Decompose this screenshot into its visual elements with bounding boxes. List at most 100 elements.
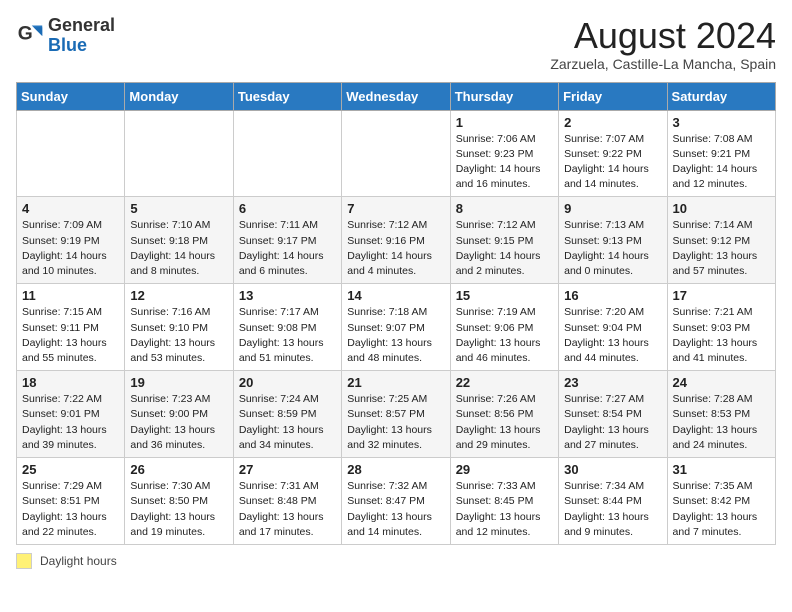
day-info: Sunrise: 7:32 AM Sunset: 8:47 PM Dayligh… [347, 479, 444, 540]
day-info: Sunrise: 7:25 AM Sunset: 8:57 PM Dayligh… [347, 392, 444, 453]
calendar-cell: 5Sunrise: 7:10 AM Sunset: 9:18 PM Daylig… [125, 197, 233, 284]
day-info: Sunrise: 7:28 AM Sunset: 8:53 PM Dayligh… [673, 392, 770, 453]
day-number: 22 [456, 375, 553, 390]
calendar-cell: 27Sunrise: 7:31 AM Sunset: 8:48 PM Dayli… [233, 458, 341, 545]
calendar-table: SundayMondayTuesdayWednesdayThursdayFrid… [16, 82, 776, 545]
calendar-cell: 14 Sunrise: 7:18 AM Sunset: 9:07 PM Dayli… [342, 284, 450, 371]
calendar-cell: 24 Sunrise: 7:28 AM Sunset: 8:53 PM Dayli… [667, 371, 775, 458]
day-info: Sunrise: 7:27 AM Sunset: 8:54 PM Dayligh… [564, 392, 661, 453]
day-info: Sunrise: 7:18 AM Sunset: 9:07 PM Dayligh… [347, 305, 444, 366]
day-number: 28 [347, 462, 444, 477]
day-number: 13 [239, 288, 336, 303]
day-info: Sunrise: 7:12 AM Sunset: 9:15 PM Dayligh… [456, 218, 553, 279]
calendar-cell: 31 Sunrise: 7:35 AM Sunset: 8:42 PM Dayli… [667, 458, 775, 545]
day-number: 9 [564, 201, 661, 216]
day-number: 6 [239, 201, 336, 216]
calendar-footer: Daylight hours [16, 553, 776, 569]
location-subtitle: Zarzuela, Castille-La Mancha, Spain [550, 56, 776, 72]
calendar-cell: 11Sunrise: 7:15 AM Sunset: 9:11 PM Dayli… [17, 284, 125, 371]
calendar-cell: 4Sunrise: 7:09 AM Sunset: 9:19 PM Daylig… [17, 197, 125, 284]
calendar-cell: 30Sunrise: 7:34 AM Sunset: 8:44 PM Dayli… [559, 458, 667, 545]
day-number: 27 [239, 462, 336, 477]
day-info: Sunrise: 7:24 AM Sunset: 8:59 PM Dayligh… [239, 392, 336, 453]
logo-text: General Blue [48, 16, 115, 56]
day-info: Sunrise: 7:16 AM Sunset: 9:10 PM Dayligh… [130, 305, 227, 366]
day-info: Sunrise: 7:20 AM Sunset: 9:04 PM Dayligh… [564, 305, 661, 366]
col-header-friday: Friday [559, 82, 667, 110]
day-number: 11 [22, 288, 119, 303]
calendar-cell [125, 110, 233, 197]
day-info: Sunrise: 7:23 AM Sunset: 9:00 PM Dayligh… [130, 392, 227, 453]
calendar-cell: 22 Sunrise: 7:26 AM Sunset: 8:56 PM Dayli… [450, 371, 558, 458]
calendar-cell [342, 110, 450, 197]
day-number: 7 [347, 201, 444, 216]
page-header: G General Blue August 2024 Zarzuela, Cas… [16, 16, 776, 72]
calendar-cell: 15 Sunrise: 7:19 AM Sunset: 9:06 PM Dayli… [450, 284, 558, 371]
calendar-cell: 7Sunrise: 7:12 AM Sunset: 9:16 PM Daylig… [342, 197, 450, 284]
day-info: Sunrise: 7:26 AM Sunset: 8:56 PM Dayligh… [456, 392, 553, 453]
day-number: 2 [564, 115, 661, 130]
calendar-cell [233, 110, 341, 197]
calendar-cell: 28 Sunrise: 7:32 AM Sunset: 8:47 PM Dayli… [342, 458, 450, 545]
day-number: 21 [347, 375, 444, 390]
logo-general-text: General [48, 15, 115, 35]
day-number: 25 [22, 462, 119, 477]
calendar-cell: 1 Sunrise: 7:06 AM Sunset: 9:23 PM Daylig… [450, 110, 558, 197]
calendar-cell: 17Sunrise: 7:21 AM Sunset: 9:03 PM Dayli… [667, 284, 775, 371]
day-number: 14 [347, 288, 444, 303]
day-number: 3 [673, 115, 770, 130]
day-info: Sunrise: 7:21 AM Sunset: 9:03 PM Dayligh… [673, 305, 770, 366]
calendar-cell: 16 Sunrise: 7:20 AM Sunset: 9:04 PM Dayli… [559, 284, 667, 371]
day-number: 8 [456, 201, 553, 216]
calendar-week-1: 1 Sunrise: 7:06 AM Sunset: 9:23 PM Daylig… [17, 110, 776, 197]
logo: G General Blue [16, 16, 115, 56]
day-number: 24 [673, 375, 770, 390]
day-number: 1 [456, 115, 553, 130]
calendar-cell: 21 Sunrise: 7:25 AM Sunset: 8:57 PM Dayli… [342, 371, 450, 458]
calendar-cell: 23 Sunrise: 7:27 AM Sunset: 8:54 PM Dayli… [559, 371, 667, 458]
day-info: Sunrise: 7:08 AM Sunset: 9:21 PM Dayligh… [673, 132, 770, 193]
col-header-sunday: Sunday [17, 82, 125, 110]
day-info: Sunrise: 7:29 AM Sunset: 8:51 PM Dayligh… [22, 479, 119, 540]
day-number: 18 [22, 375, 119, 390]
day-info: Sunrise: 7:19 AM Sunset: 9:06 PM Dayligh… [456, 305, 553, 366]
calendar-cell: 12 Sunrise: 7:16 AM Sunset: 9:10 PM Dayli… [125, 284, 233, 371]
day-number: 29 [456, 462, 553, 477]
day-number: 4 [22, 201, 119, 216]
col-header-thursday: Thursday [450, 82, 558, 110]
calendar-cell: 10Sunrise: 7:14 AM Sunset: 9:12 PM Dayli… [667, 197, 775, 284]
col-header-tuesday: Tuesday [233, 82, 341, 110]
day-number: 15 [456, 288, 553, 303]
day-info: Sunrise: 7:06 AM Sunset: 9:23 PM Dayligh… [456, 132, 553, 193]
daylight-swatch [16, 553, 32, 569]
day-info: Sunrise: 7:33 AM Sunset: 8:45 PM Dayligh… [456, 479, 553, 540]
day-number: 16 [564, 288, 661, 303]
calendar-cell: 8 Sunrise: 7:12 AM Sunset: 9:15 PM Daylig… [450, 197, 558, 284]
day-number: 20 [239, 375, 336, 390]
calendar-cell: 3 Sunrise: 7:08 AM Sunset: 9:21 PM Daylig… [667, 110, 775, 197]
day-number: 10 [673, 201, 770, 216]
calendar-cell: 19 Sunrise: 7:23 AM Sunset: 9:00 PM Dayli… [125, 371, 233, 458]
day-info: Sunrise: 7:35 AM Sunset: 8:42 PM Dayligh… [673, 479, 770, 540]
day-number: 12 [130, 288, 227, 303]
calendar-cell: 13 Sunrise: 7:17 AM Sunset: 9:08 PM Dayli… [233, 284, 341, 371]
day-number: 26 [130, 462, 227, 477]
daylight-label: Daylight hours [40, 554, 117, 568]
day-number: 19 [130, 375, 227, 390]
calendar-header-row: SundayMondayTuesdayWednesdayThursdayFrid… [17, 82, 776, 110]
calendar-week-4: 18Sunrise: 7:22 AM Sunset: 9:01 PM Dayli… [17, 371, 776, 458]
day-number: 30 [564, 462, 661, 477]
day-info: Sunrise: 7:10 AM Sunset: 9:18 PM Dayligh… [130, 218, 227, 279]
col-header-saturday: Saturday [667, 82, 775, 110]
day-info: Sunrise: 7:11 AM Sunset: 9:17 PM Dayligh… [239, 218, 336, 279]
day-number: 31 [673, 462, 770, 477]
logo-icon: G [16, 22, 44, 50]
day-info: Sunrise: 7:17 AM Sunset: 9:08 PM Dayligh… [239, 305, 336, 366]
calendar-cell: 26Sunrise: 7:30 AM Sunset: 8:50 PM Dayli… [125, 458, 233, 545]
col-header-monday: Monday [125, 82, 233, 110]
day-number: 23 [564, 375, 661, 390]
calendar-cell: 20 Sunrise: 7:24 AM Sunset: 8:59 PM Dayli… [233, 371, 341, 458]
day-info: Sunrise: 7:13 AM Sunset: 9:13 PM Dayligh… [564, 218, 661, 279]
calendar-cell: 29 Sunrise: 7:33 AM Sunset: 8:45 PM Dayli… [450, 458, 558, 545]
calendar-cell: 9 Sunrise: 7:13 AM Sunset: 9:13 PM Daylig… [559, 197, 667, 284]
